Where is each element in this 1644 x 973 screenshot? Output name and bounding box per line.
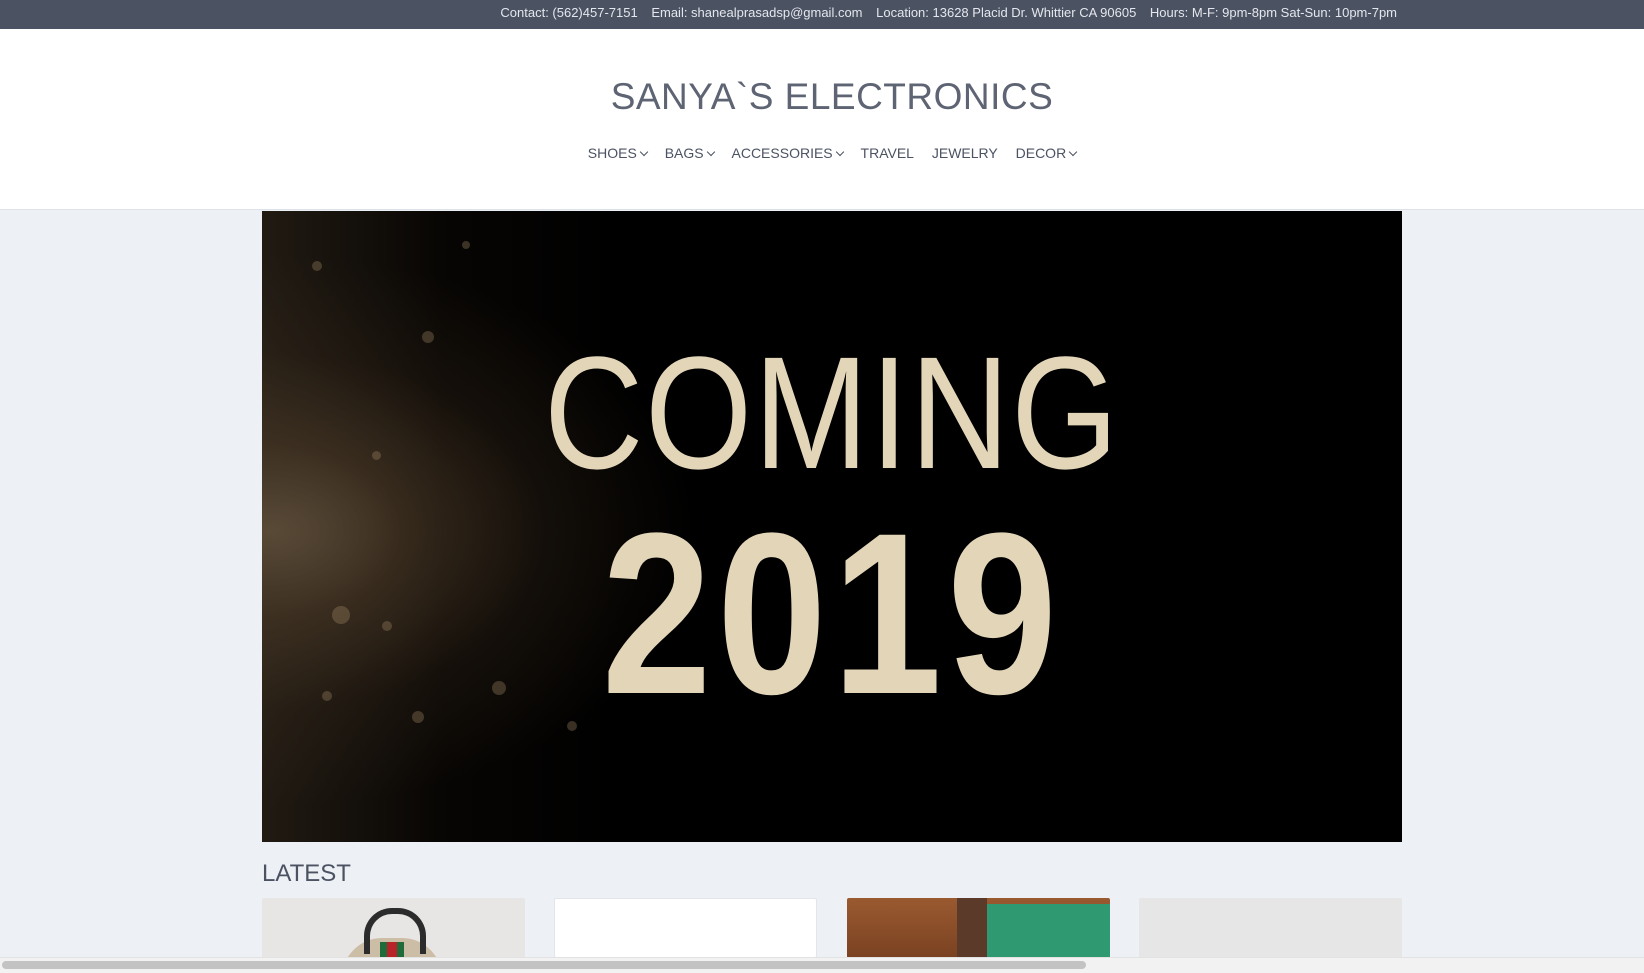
chevron-down-icon: [706, 147, 715, 157]
nav-item-accessories[interactable]: ACCESSORIES: [731, 145, 844, 161]
hero-headline: COMING: [544, 323, 1120, 502]
contact-email[interactable]: Email: shanealprasadsp@gmail.com: [651, 5, 862, 20]
nav-item-shoes[interactable]: SHOES: [587, 145, 649, 161]
nav-item-label: ACCESSORIES: [731, 145, 833, 161]
shorts-image: [967, 904, 1110, 958]
light-particle: [322, 691, 332, 701]
product-card[interactable]: [554, 898, 817, 958]
product-card[interactable]: [847, 898, 1110, 958]
chevron-down-icon: [639, 147, 649, 157]
light-particle: [312, 261, 322, 271]
latest-products: [262, 898, 1402, 958]
product-card[interactable]: [1139, 898, 1402, 958]
store-location: Location: 13628 Placid Dr. Whittier CA 9…: [876, 5, 1137, 20]
nav-item-label: SHOES: [587, 145, 637, 161]
scrollbar-thumb[interactable]: [2, 961, 1086, 969]
store-hours: Hours: M-F: 9pm-8pm Sat-Sun: 10pm-7pm: [1149, 5, 1397, 20]
horizontal-scrollbar[interactable]: [0, 957, 1644, 973]
light-particle: [462, 241, 470, 249]
site-title[interactable]: SANYA`S ELECTRONICS: [0, 76, 1644, 118]
chevron-down-icon: [1068, 147, 1078, 157]
nav-item-bags[interactable]: BAGS: [664, 145, 715, 161]
backpack-stripe: [380, 942, 404, 958]
chevron-down-icon: [835, 147, 844, 157]
latest-section-title: LATEST: [262, 860, 351, 887]
site-header: SANYA`S ELECTRONICS SHOES BAGS ACCESSORI…: [0, 29, 1644, 210]
main-nav: SHOES BAGS ACCESSORIES TRAVEL JEWELRY DE…: [0, 145, 1644, 161]
hero-year: 2019: [601, 485, 1063, 742]
nav-item-label: JEWELRY: [931, 145, 998, 161]
hero-banner[interactable]: COMING 2019: [262, 211, 1402, 842]
shorts-detail: [957, 898, 987, 958]
product-card[interactable]: [262, 898, 525, 958]
top-info-bar: Contact: (562)457-7151 Email: shanealpra…: [0, 0, 1644, 29]
nav-item-jewelry[interactable]: JEWELRY: [932, 145, 998, 161]
nav-item-label: TRAVEL: [860, 145, 914, 161]
nav-item-travel[interactable]: TRAVEL: [861, 145, 914, 161]
nav-item-label: DECOR: [1015, 145, 1067, 161]
contact-phone: Contact: (562)457-7151: [500, 5, 638, 20]
nav-item-label: BAGS: [664, 145, 704, 161]
nav-item-decor[interactable]: DECOR: [1015, 145, 1078, 161]
contact-info: Contact: (562)457-7151 Email: shanealpra…: [490, 5, 1397, 20]
